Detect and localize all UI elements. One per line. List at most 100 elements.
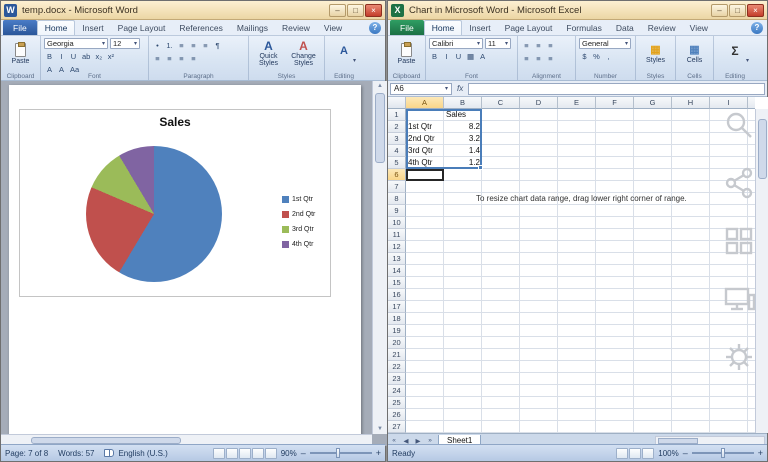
cell-A4[interactable]: 3rd Qtr (406, 145, 444, 157)
word-editing-button[interactable]: A ▾ (328, 38, 360, 70)
word-paste-button[interactable]: Paste (4, 38, 37, 70)
excel-font-name-combo[interactable]: Calibri ▾ (429, 38, 483, 49)
row-header-11[interactable]: 11 (388, 229, 406, 241)
excel-file-tab[interactable]: File (390, 20, 424, 35)
pie-chart[interactable] (86, 146, 222, 282)
word-paragraph-button-5[interactable]: ¶ (212, 40, 223, 51)
select-all-corner[interactable] (388, 97, 406, 109)
name-box[interactable]: A6 ▾ (390, 82, 452, 95)
excel-font-button-4[interactable]: A (477, 51, 488, 62)
word-view-button-0[interactable] (212, 447, 225, 459)
row-header-15[interactable]: 15 (388, 277, 406, 289)
zoom-out-icon[interactable]: – (683, 448, 688, 458)
row-header-27[interactable]: 27 (388, 421, 406, 433)
word-tab-review[interactable]: Review (275, 20, 317, 35)
word-tab-references[interactable]: References (172, 20, 229, 35)
excel-align-button-b-2[interactable]: ≡ (545, 53, 556, 64)
word-font-name-combo[interactable]: Georgia ▾ (44, 38, 108, 49)
embedded-pie-chart[interactable]: Sales 1st Qtr 2nd Qtr 3rd Qtr 4th Qtr (19, 109, 331, 297)
row-header-26[interactable]: 26 (388, 409, 406, 421)
scrollbar-thumb[interactable] (31, 437, 181, 444)
start-icon[interactable] (721, 223, 757, 259)
column-header-D[interactable]: D (520, 97, 558, 109)
column-header-E[interactable]: E (558, 97, 596, 109)
word-view-button-1[interactable] (225, 447, 238, 459)
excel-zoom-level[interactable]: 100% (658, 449, 678, 458)
scrollbar-thumb[interactable] (375, 93, 385, 163)
row-header-16[interactable]: 16 (388, 289, 406, 301)
word-tab-home[interactable]: Home (36, 20, 76, 35)
row-header-4[interactable]: 4 (388, 145, 406, 157)
word-close-button[interactable]: × (365, 3, 382, 17)
word-paragraph-button-4[interactable]: ≡ (200, 40, 211, 51)
cell-B2[interactable]: 8.2 (444, 121, 482, 133)
word-zoom-level[interactable]: 90% (281, 449, 297, 458)
row-header-7[interactable]: 7 (388, 181, 406, 193)
excel-paste-button[interactable]: Paste (391, 38, 422, 70)
row-header-25[interactable]: 25 (388, 397, 406, 409)
excel-align-button-b-0[interactable]: ≡ (521, 53, 532, 64)
row-header-3[interactable]: 3 (388, 133, 406, 145)
word-paragraph-button-3[interactable]: ≡ (188, 40, 199, 51)
scrollbar-thumb[interactable] (658, 437, 698, 444)
row-header-6[interactable]: 6 (388, 169, 406, 181)
cell-B1[interactable]: Sales (444, 109, 482, 121)
excel-tab-insert[interactable]: Insert (462, 20, 497, 35)
settings-icon[interactable] (721, 339, 757, 375)
word-quick-styles-button[interactable]: A Quick Styles (252, 38, 285, 67)
excel-tab-data[interactable]: Data (609, 20, 641, 35)
search-icon[interactable] (721, 107, 757, 143)
excel-tab-formulas[interactable]: Formulas (559, 20, 608, 35)
row-header-14[interactable]: 14 (388, 265, 406, 277)
word-paragraph-button-1[interactable]: 1. (164, 40, 175, 51)
word-view-button-4[interactable] (264, 447, 277, 459)
excel-number-button-2[interactable]: , (603, 51, 614, 62)
row-header-21[interactable]: 21 (388, 349, 406, 361)
cell-B3[interactable]: 3.2 (444, 133, 482, 145)
word-font-button-3[interactable]: ab (80, 51, 92, 62)
formula-input[interactable] (468, 82, 765, 95)
column-header-A[interactable]: A (406, 97, 444, 109)
word-tab-page-layout[interactable]: Page Layout (111, 20, 173, 35)
excel-align-button-2[interactable]: ≡ (545, 40, 556, 51)
cell-A2[interactable]: 1st Qtr (406, 121, 444, 133)
autosum-button[interactable]: Σ ▾ (717, 38, 753, 70)
column-header-B[interactable]: B (444, 97, 482, 109)
zoom-in-icon[interactable]: + (376, 448, 381, 458)
word-paragraph-button-b-0[interactable]: ≡ (152, 53, 163, 64)
word-vertical-scrollbar[interactable]: ▲ ▼ (372, 81, 387, 434)
excel-font-size-combo[interactable]: 11 ▾ (485, 38, 511, 49)
word-font-button-0[interactable]: B (44, 51, 55, 62)
word-tab-insert[interactable]: Insert (75, 20, 110, 35)
excel-tab-home[interactable]: Home (423, 20, 463, 35)
row-header-17[interactable]: 17 (388, 301, 406, 313)
word-file-tab[interactable]: File (3, 20, 37, 35)
excel-tab-review[interactable]: Review (641, 20, 683, 35)
language-indicator[interactable]: English (U.S.) (118, 449, 167, 458)
word-document-area[interactable]: Sales 1st Qtr 2nd Qtr 3rd Qtr 4th Qtr ▲ ▼ (1, 81, 387, 446)
page-indicator[interactable]: Page: 7 of 8 (5, 449, 48, 458)
excel-align-button-1[interactable]: ≡ (533, 40, 544, 51)
excel-close-button[interactable]: × (747, 3, 764, 17)
excel-align-button-b-1[interactable]: ≡ (533, 53, 544, 64)
word-view-button-3[interactable] (251, 447, 264, 459)
word-page[interactable]: Sales 1st Qtr 2nd Qtr 3rd Qtr 4th Qtr (9, 85, 361, 437)
row-header-8[interactable]: 8 (388, 193, 406, 205)
excel-view-button-0[interactable] (616, 447, 629, 459)
excel-align-button-0[interactable]: ≡ (521, 40, 532, 51)
zoom-out-icon[interactable]: – (301, 448, 306, 458)
word-tab-view[interactable]: View (317, 20, 349, 35)
column-header-H[interactable]: H (672, 97, 710, 109)
cell-A5[interactable]: 4th Qtr (406, 157, 444, 169)
word-zoom-slider[interactable] (309, 448, 372, 458)
word-minimize-button[interactable]: – (329, 3, 346, 17)
word-paragraph-button-2[interactable]: ≡ (176, 40, 187, 51)
row-header-1[interactable]: 1 (388, 109, 406, 121)
scroll-up-icon[interactable]: ▲ (373, 81, 387, 91)
zoom-in-icon[interactable]: + (758, 448, 763, 458)
word-count[interactable]: Words: 57 (58, 449, 94, 458)
excel-tab-view[interactable]: View (683, 20, 715, 35)
word-font-button-4[interactable]: x₂ (93, 51, 104, 62)
row-header-19[interactable]: 19 (388, 325, 406, 337)
word-paragraph-button-b-2[interactable]: ≡ (176, 53, 187, 64)
